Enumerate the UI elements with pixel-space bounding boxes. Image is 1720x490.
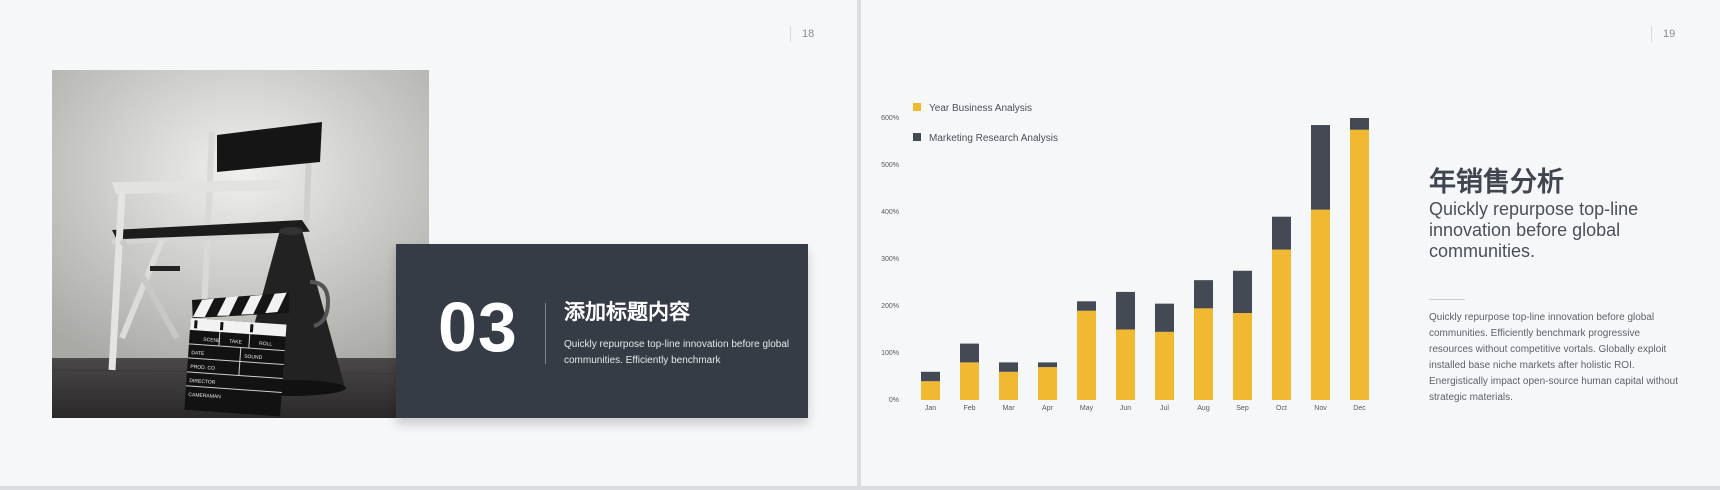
legend-swatch-slate xyxy=(913,133,921,141)
bar-segment-marketing-research xyxy=(1155,303,1174,332)
bar-segment-year-business xyxy=(960,362,979,400)
x-tick-label: Apr xyxy=(1042,405,1054,412)
y-tick-label: 300% xyxy=(881,256,899,263)
analysis-title: 年销售分析 xyxy=(1429,167,1564,198)
bar-segment-marketing-research xyxy=(1233,270,1252,314)
bar-segment-year-business xyxy=(1233,313,1252,400)
bar-segment-year-business xyxy=(1194,308,1213,400)
section-body: Quickly repurpose top-line innovation be… xyxy=(564,339,790,366)
bar-segment-marketing-research xyxy=(1272,216,1291,250)
x-tick-label: Jun xyxy=(1120,405,1131,412)
x-tick-label: Aug xyxy=(1197,405,1210,412)
bar-segment-marketing-research xyxy=(960,343,979,363)
bar-segment-marketing-research xyxy=(999,362,1018,372)
director-chair-photo: SCENE TAKE ROLL DATE SOUND PROD. CO DIRE… xyxy=(52,70,429,418)
analysis-subtitle: Quickly repurpose top-line innovation be… xyxy=(1429,199,1639,261)
y-tick-label: 200% xyxy=(881,303,899,310)
x-tick-label: Dec xyxy=(1353,405,1366,412)
y-tick-label: 100% xyxy=(881,350,899,357)
clapper-take: TAKE xyxy=(229,339,243,346)
bar-segment-marketing-research xyxy=(1038,362,1057,368)
legend-swatch-yellow xyxy=(913,103,921,111)
bar-segment-year-business xyxy=(1272,249,1291,400)
section-number: 03 xyxy=(438,288,518,366)
bar-segment-year-business xyxy=(1077,310,1096,400)
clapper-date: DATE xyxy=(191,350,205,357)
x-tick-label: Nov xyxy=(1314,405,1327,412)
divider-rule xyxy=(1429,299,1465,300)
bar-segment-year-business xyxy=(921,381,940,400)
bar-segment-year-business xyxy=(1116,329,1135,400)
bar-segment-year-business xyxy=(1350,129,1369,400)
bar-segment-year-business xyxy=(999,371,1018,400)
legend-label: Year Business Analysis xyxy=(929,103,1033,114)
bar-segment-marketing-research xyxy=(1116,291,1135,330)
x-tick-label: Sep xyxy=(1236,405,1249,412)
x-tick-label: Jul xyxy=(1160,405,1169,412)
y-tick-label: 0% xyxy=(889,397,899,404)
bar-segment-year-business xyxy=(1311,209,1330,400)
x-tick-label: Mar xyxy=(1002,405,1015,412)
card-divider xyxy=(545,303,546,364)
slide-19: 19 0% 100% 200% 300% 400% 500% 600% Jan Feb Mar Ap… xyxy=(861,0,1720,486)
x-tick-label: Jan xyxy=(925,405,936,412)
stacked-bar-chart: 0% 100% 200% 300% 400% 500% 600% Jan Feb Mar Apr Ma… xyxy=(881,115,1369,412)
y-tick-label: 600% xyxy=(881,115,899,122)
bar-segment-marketing-research xyxy=(1311,125,1330,210)
x-tick-label: Feb xyxy=(963,405,975,412)
bar-segment-year-business xyxy=(1038,367,1057,400)
legend-label: Marketing Research Analysis xyxy=(929,133,1058,144)
page-number: 19 xyxy=(1651,26,1675,42)
bar-segment-marketing-research xyxy=(1077,301,1096,311)
legend-item-year-business: Year Business Analysis xyxy=(913,102,1032,116)
y-tick-label: 400% xyxy=(881,209,899,216)
bar-segment-marketing-research xyxy=(921,371,940,382)
clapper-roll: ROLL xyxy=(259,341,273,348)
y-tick-label: 500% xyxy=(881,162,899,169)
analysis-body: Quickly repurpose top-line innovation be… xyxy=(1429,312,1679,403)
x-tick-label: Oct xyxy=(1276,405,1287,412)
legend-item-marketing-research: Marketing Research Analysis xyxy=(913,132,1058,146)
bar-segment-marketing-research xyxy=(1194,280,1213,309)
slide-18: 18 SCENE TAKE ROLL DATE SOUND PROD. CO D… xyxy=(0,0,857,486)
clapper-sound: SOUND xyxy=(244,354,263,361)
section-card: 03 添加标题内容 Quickly repurpose top-line inn… xyxy=(396,244,808,418)
x-tick-label: May xyxy=(1080,405,1094,412)
bar-segment-year-business xyxy=(1155,331,1174,400)
bar-segment-marketing-research xyxy=(1350,118,1369,130)
page-number: 18 xyxy=(790,26,814,42)
section-title: 添加标题内容 xyxy=(564,300,690,324)
clapper-scene: SCENE xyxy=(203,337,221,344)
